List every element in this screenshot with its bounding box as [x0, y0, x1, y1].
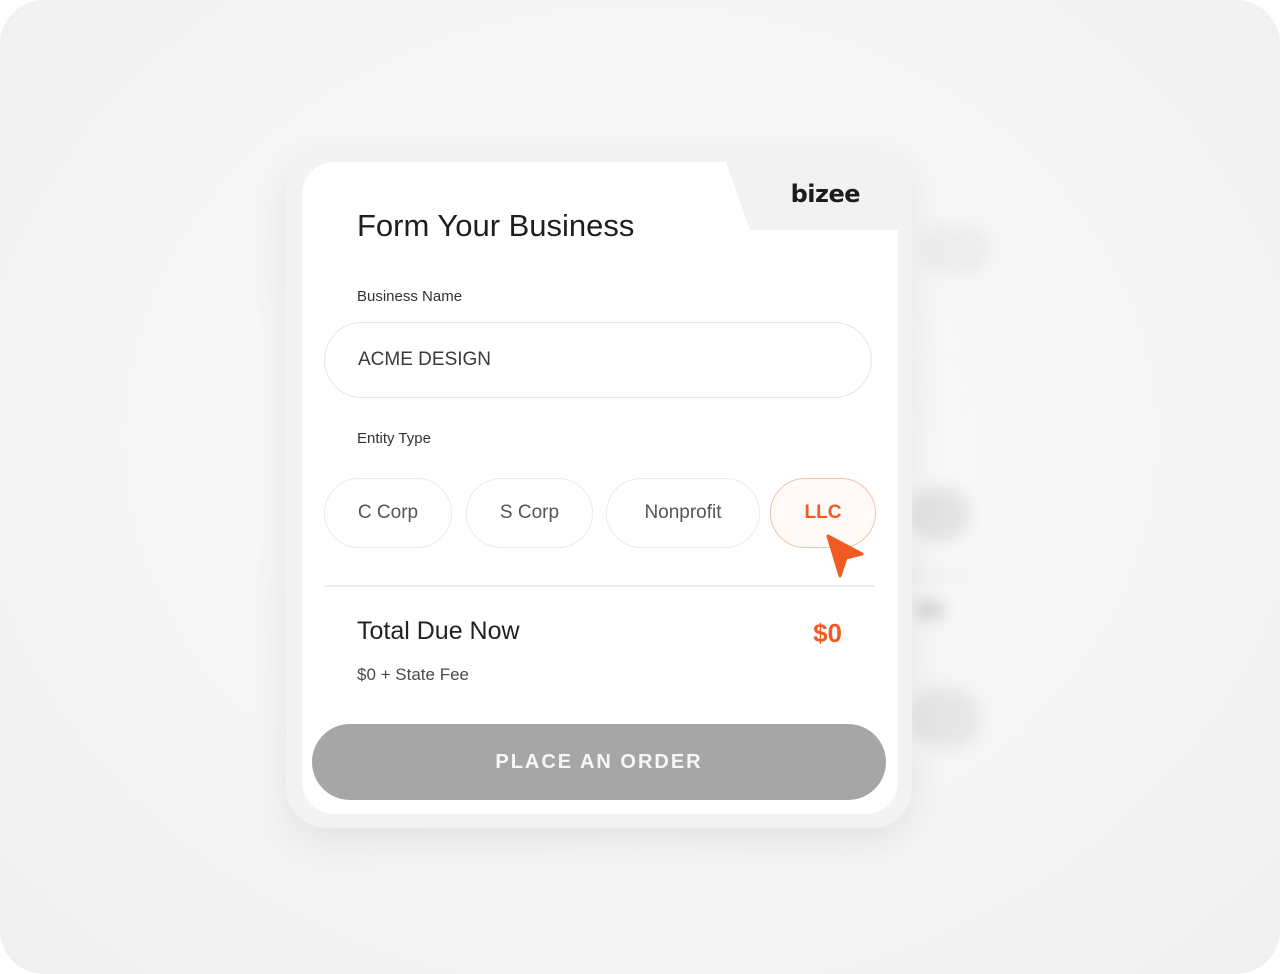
background-stage: bizee Form Your Business Business Name E…: [0, 0, 1280, 974]
business-name-label: Business Name: [357, 288, 463, 305]
state-fee-note: $0 + State Fee: [357, 665, 469, 684]
business-form-card: bizee Form Your Business Business Name E…: [302, 162, 898, 814]
brand-logo: bizee: [790, 180, 861, 208]
entity-type-label: Entity Type: [357, 430, 431, 447]
cursor-arrow-icon: [826, 534, 864, 578]
place-order-button[interactable]: PLACE AN ORDER: [312, 724, 886, 800]
business-name-input[interactable]: [324, 322, 872, 398]
total-due-label: Total Due Now: [357, 617, 520, 645]
entity-option-nonprofit[interactable]: Nonprofit: [606, 478, 760, 548]
entity-option-s-corp[interactable]: S Corp: [466, 478, 593, 548]
total-due-value: $0: [813, 618, 842, 648]
divider: [324, 585, 874, 587]
entity-option-c-corp[interactable]: C Corp: [324, 478, 452, 548]
page-title: Form Your Business: [357, 208, 635, 243]
